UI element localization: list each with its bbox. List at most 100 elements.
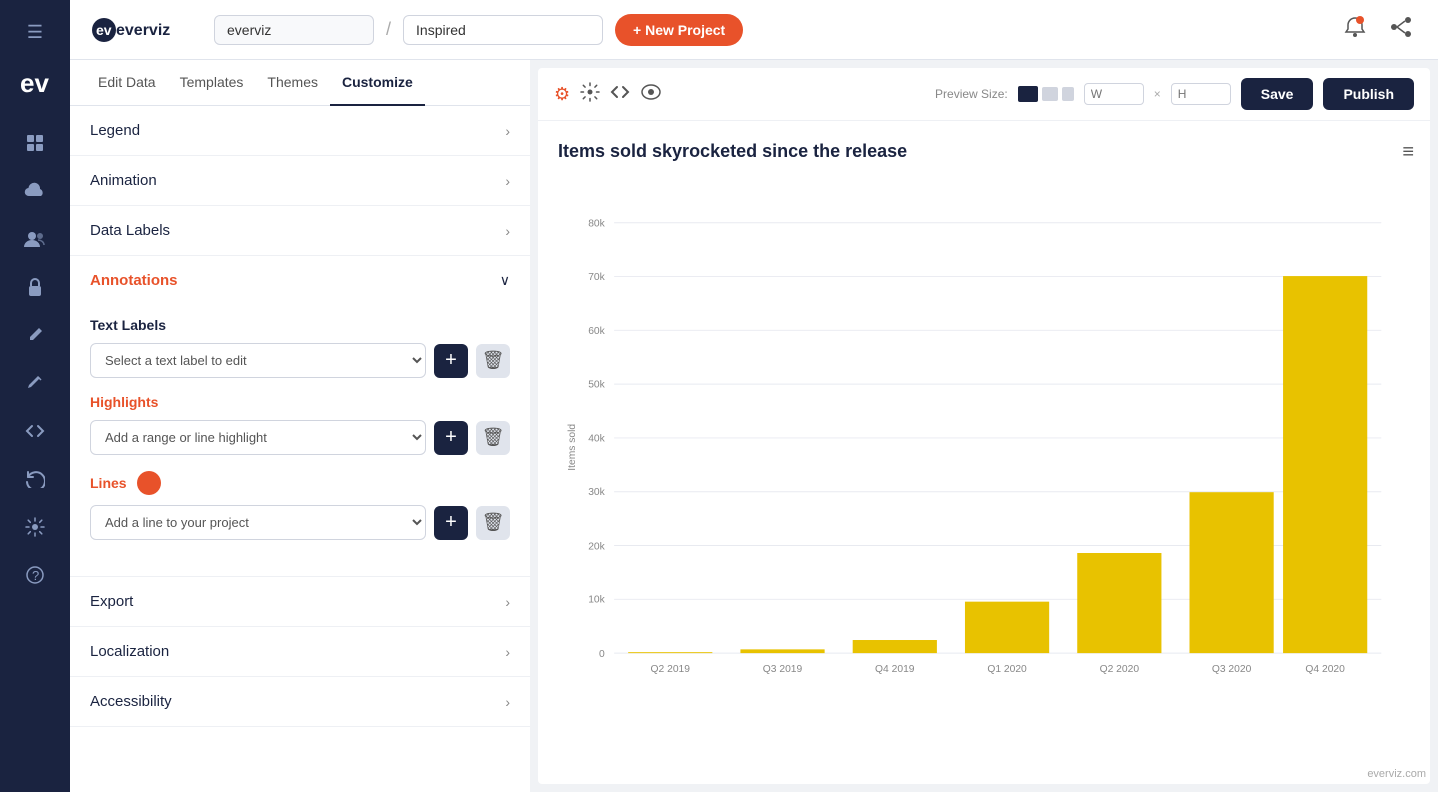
icon-bar: ☰ ev ?: [0, 0, 70, 792]
width-input[interactable]: [1084, 83, 1144, 105]
svg-text:everviz: everviz: [116, 22, 170, 39]
left-panel: Edit Data Templates Themes Customize Leg…: [70, 60, 530, 792]
brand-logo: ev everviz: [90, 14, 190, 46]
svg-text:60k: 60k: [588, 326, 605, 337]
tab-themes[interactable]: Themes: [255, 60, 330, 106]
export-section[interactable]: Export ›: [70, 577, 530, 627]
help-icon[interactable]: ?: [15, 555, 55, 595]
bar-q2-2019: [628, 652, 712, 653]
accessibility-chevron: ›: [505, 694, 510, 710]
export-chevron: ›: [505, 594, 510, 610]
bar-q3-2019: [740, 649, 824, 653]
export-label: Export: [90, 593, 133, 610]
chart-menu-icon[interactable]: ≡: [1402, 141, 1414, 164]
svg-text:Q1 2020: Q1 2020: [987, 664, 1027, 675]
svg-text:?: ?: [32, 568, 39, 583]
top-bar: ev everviz / + New Project: [70, 0, 1438, 60]
lines-select[interactable]: Add a line to your project: [90, 505, 426, 540]
text-label-select[interactable]: Select a text label to edit: [90, 343, 426, 378]
cloud-icon[interactable]: [15, 171, 55, 211]
highlights-select[interactable]: Add a range or line highlight: [90, 420, 426, 455]
preview-size-label: Preview Size:: [935, 87, 1008, 101]
lock-icon[interactable]: [15, 267, 55, 307]
svg-text:Q4 2019: Q4 2019: [875, 664, 915, 675]
localization-section[interactable]: Localization ›: [70, 627, 530, 677]
bar-q1-2020: [965, 602, 1049, 653]
chart-eye-icon[interactable]: [640, 84, 662, 105]
data-labels-section[interactable]: Data Labels ›: [70, 206, 530, 256]
chart-toolbar: ⚙ Preview Size: ×: [538, 68, 1430, 121]
svg-text:80k: 80k: [588, 218, 605, 229]
new-project-button[interactable]: + New Project: [615, 14, 743, 46]
text-label-row: Select a text label to edit + 🗑: [90, 343, 510, 378]
bar-q2-2020: [1077, 553, 1161, 653]
delete-highlight-button[interactable]: 🗑: [476, 421, 510, 455]
share-icon[interactable]: [1384, 10, 1418, 50]
tab-customize[interactable]: Customize: [330, 60, 425, 106]
org-input[interactable]: [214, 15, 374, 45]
chart-gear-icon[interactable]: [580, 82, 600, 107]
publish-button[interactable]: Publish: [1323, 78, 1414, 110]
chart-settings-icon[interactable]: ⚙: [554, 84, 570, 105]
edit-icon[interactable]: [15, 363, 55, 403]
height-input[interactable]: [1171, 83, 1231, 105]
animation-chevron: ›: [505, 173, 510, 189]
lines-header: Lines: [90, 471, 510, 495]
desktop-size-icon[interactable]: [1018, 86, 1038, 102]
bar-q4-2019: [853, 640, 937, 653]
code-icon[interactable]: [15, 411, 55, 451]
size-icons: [1018, 86, 1074, 102]
svg-text:40k: 40k: [588, 434, 605, 445]
chart-area: ⚙ Preview Size: ×: [538, 68, 1430, 784]
svg-text:ev: ev: [20, 68, 49, 98]
path-divider: /: [386, 19, 391, 40]
tab-templates[interactable]: Templates: [168, 60, 256, 106]
logo-icon: ev: [16, 64, 54, 102]
notification-icon[interactable]: [1338, 10, 1372, 50]
chart-svg-area: 0 10k 20k 30k 40k 50k 60k 70k 80k Items …: [558, 178, 1400, 754]
tab-bar: Edit Data Templates Themes Customize: [70, 60, 530, 106]
svg-text:Q2 2020: Q2 2020: [1100, 664, 1140, 675]
bar-chart: 0 10k 20k 30k 40k 50k 60k 70k 80k Items …: [558, 178, 1400, 754]
add-line-button[interactable]: +: [434, 506, 468, 540]
accessibility-section[interactable]: Accessibility ›: [70, 677, 530, 727]
tablet-size-icon[interactable]: [1042, 87, 1058, 101]
pen-icon[interactable]: [15, 315, 55, 355]
highlights-title: Highlights: [90, 394, 510, 410]
svg-text:0: 0: [599, 649, 605, 660]
legend-chevron: ›: [505, 123, 510, 139]
project-input[interactable]: [403, 15, 603, 45]
chart-content: Items sold skyrocketed since the release…: [538, 121, 1430, 784]
tab-edit-data[interactable]: Edit Data: [86, 60, 168, 106]
delete-text-label-button[interactable]: 🗑: [476, 344, 510, 378]
annotations-chevron: ∨: [500, 272, 510, 289]
save-button[interactable]: Save: [1241, 78, 1314, 110]
legend-label: Legend: [90, 122, 140, 139]
delete-line-button[interactable]: 🗑: [476, 506, 510, 540]
chart-code-icon[interactable]: [610, 84, 630, 105]
menu-icon[interactable]: ☰: [15, 12, 55, 52]
bar-q3-2020: [1190, 492, 1274, 653]
chart-title: Items sold skyrocketed since the release: [558, 141, 1400, 162]
annotations-header[interactable]: Annotations ∨: [70, 256, 530, 305]
animation-label: Animation: [90, 172, 157, 189]
mobile-size-icon[interactable]: [1062, 87, 1074, 101]
data-labels-chevron: ›: [505, 223, 510, 239]
users-icon[interactable]: [15, 219, 55, 259]
dashboard-icon[interactable]: [15, 123, 55, 163]
lines-dot: [137, 471, 161, 495]
animation-section[interactable]: Animation ›: [70, 156, 530, 206]
legend-section[interactable]: Legend ›: [70, 106, 530, 156]
undo-icon[interactable]: [15, 459, 55, 499]
highlights-row: Add a range or line highlight + 🗑: [90, 420, 510, 455]
settings-icon[interactable]: [15, 507, 55, 547]
add-text-label-button[interactable]: +: [434, 344, 468, 378]
svg-text:70k: 70k: [588, 272, 605, 283]
add-highlight-button[interactable]: +: [434, 421, 468, 455]
svg-text:Q3 2020: Q3 2020: [1212, 664, 1252, 675]
text-labels-title: Text Labels: [90, 317, 510, 333]
lines-title: Lines: [90, 475, 127, 491]
svg-text:Q3 2019: Q3 2019: [763, 664, 803, 675]
sidebar-content: Legend › Animation › Data Labels › Annot…: [70, 106, 530, 792]
localization-chevron: ›: [505, 644, 510, 660]
